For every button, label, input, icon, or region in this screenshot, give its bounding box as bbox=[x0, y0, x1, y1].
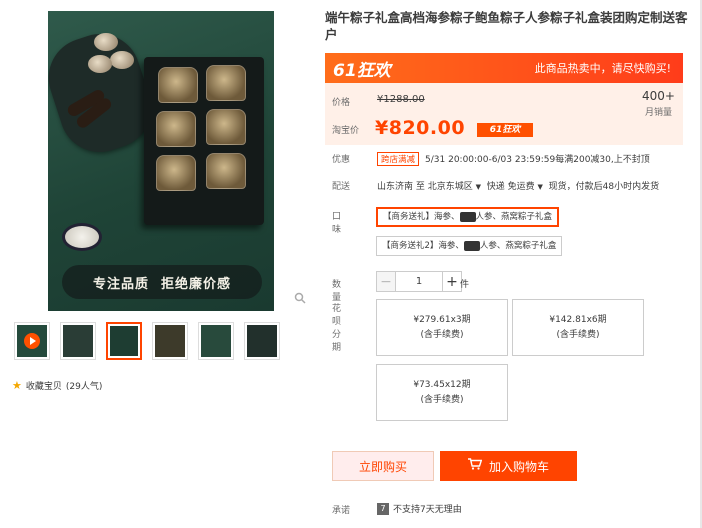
product-image-zongzi bbox=[206, 65, 246, 101]
sales-count: 400+ bbox=[642, 89, 675, 103]
quantity-label: 数量 bbox=[332, 280, 342, 303]
quantity-stepper: − 1 + bbox=[376, 271, 462, 292]
promo-price: ¥820.00 bbox=[375, 117, 466, 139]
buy-now-button[interactable]: 立即购买 bbox=[332, 451, 434, 481]
installment-option[interactable]: ¥73.45x12期 (含手续费) bbox=[376, 364, 508, 421]
original-price: ¥1288.00 bbox=[377, 94, 425, 105]
coupon-text: 5/31 20:00:00-6/03 23:59:59每满200减30,上不封顶 bbox=[425, 155, 650, 165]
image-slogan: 专注品质 拒绝廉价感 bbox=[62, 265, 262, 299]
favorite-link[interactable]: ★ 收藏宝贝 (29人气) bbox=[12, 379, 102, 392]
flavor-option-suffix: 人参、燕窝粽子礼盒 bbox=[475, 212, 553, 222]
installment-option[interactable]: ¥279.61x3期 (含手续费) bbox=[376, 299, 508, 356]
installment-amount: ¥73.45x12期 bbox=[413, 380, 471, 390]
chevron-down-icon[interactable]: ▼ bbox=[476, 183, 481, 191]
play-icon[interactable] bbox=[24, 333, 40, 349]
promo-text: 此商品热卖中，请尽快购买! bbox=[534, 62, 671, 75]
star-icon: ★ bbox=[12, 379, 22, 392]
shipping-label: 配送 bbox=[332, 182, 351, 192]
coupon-label: 优惠 bbox=[332, 155, 351, 165]
price-box: 价格 ¥1288.00 淘宝价 ¥820.00 61狂欢 400+ 月销量 bbox=[325, 83, 683, 145]
promo-banner: 61狂欢 此商品热卖中，请尽快购买! bbox=[325, 53, 683, 83]
product-image-shell bbox=[88, 55, 112, 73]
quantity-input[interactable]: 1 bbox=[396, 271, 442, 292]
price-label: 价格 bbox=[332, 98, 351, 108]
thumbnail[interactable] bbox=[60, 322, 96, 360]
thumbnail[interactable] bbox=[152, 322, 188, 360]
favorite-label: 收藏宝贝 bbox=[25, 382, 62, 392]
flavor-option-1[interactable]: 【商务送礼】海参、 人参、燕窝粽子礼盒 bbox=[376, 207, 560, 227]
product-image-zongzi bbox=[156, 111, 196, 147]
product-image-zongzi bbox=[156, 155, 196, 191]
thumbnail-video[interactable] bbox=[14, 322, 50, 360]
promise-text: 不支持7天无理由 bbox=[393, 505, 462, 515]
slogan-part: 专注品质 bbox=[92, 276, 149, 292]
flavor-option-prefix: 【商务送礼2】海参、 bbox=[382, 241, 464, 251]
installment-fee: (含手续费) bbox=[420, 330, 464, 340]
installment-option[interactable]: ¥142.81x6期 (含手续费) bbox=[512, 299, 644, 356]
cart-icon bbox=[467, 458, 483, 474]
sales-label: 月销量 bbox=[645, 108, 673, 118]
shipping-to[interactable]: 北京东城区 bbox=[428, 182, 473, 192]
thumbnail-active[interactable] bbox=[106, 322, 142, 360]
thumbnail[interactable] bbox=[198, 322, 234, 360]
thumbnail-strip bbox=[14, 322, 280, 360]
slogan-part: 拒绝廉价感 bbox=[161, 276, 232, 292]
quantity-increase-button[interactable]: + bbox=[442, 271, 462, 292]
installment-fee: (含手续费) bbox=[420, 395, 464, 405]
blurred-text bbox=[459, 211, 476, 222]
installment-amount: ¥279.61x3期 bbox=[413, 315, 471, 325]
product-image-shell bbox=[110, 51, 134, 69]
shipping-note: 现货，付款后48小时内发货 bbox=[548, 182, 660, 192]
product-image-zongzi bbox=[206, 109, 246, 145]
thumbnail[interactable] bbox=[244, 322, 280, 360]
installment-amount: ¥142.81x6期 bbox=[549, 315, 607, 325]
flavor-option-prefix: 【商务送礼】海参、 bbox=[383, 212, 460, 222]
product-image-rice-bowl bbox=[62, 223, 102, 251]
installment-label: 花呗分期 bbox=[332, 304, 342, 353]
promise-value[interactable]: 7 不支持7天无理由 bbox=[377, 502, 462, 515]
taobao-price-label: 淘宝价 bbox=[332, 126, 360, 136]
shipping-from: 山东济南 至 bbox=[377, 182, 425, 192]
product-image-gift-box bbox=[144, 57, 264, 225]
shipping-method: 快递 免运费 bbox=[486, 182, 535, 192]
add-to-cart-label: 加入购物车 bbox=[488, 459, 549, 474]
coupon-badge[interactable]: 跨店满减 bbox=[377, 152, 420, 166]
product-title: 端午粽子礼盒高档海参粽子鲍鱼粽子人参粽子礼盒装团购定制送客户 bbox=[325, 10, 688, 42]
add-to-cart-button[interactable]: 加入购物车 bbox=[440, 451, 577, 481]
product-main-image[interactable]: 专注品质 拒绝廉价感 bbox=[48, 11, 274, 311]
installment-fee: (含手续费) bbox=[556, 330, 600, 340]
quantity-decrease-button[interactable]: − bbox=[376, 271, 396, 292]
chevron-down-icon[interactable]: ▼ bbox=[538, 183, 543, 191]
blurred-text bbox=[463, 240, 480, 251]
promise-label: 承诺 bbox=[332, 506, 351, 516]
quantity-unit: 件 bbox=[460, 280, 470, 290]
flavor-option-2[interactable]: 【商务送礼2】海参、 人参、燕窝粽子礼盒 bbox=[376, 236, 563, 256]
promo-tag: 61狂欢 bbox=[477, 123, 533, 137]
monthly-sales: 400+ 月销量 bbox=[642, 89, 675, 118]
flavor-option-suffix: 人参、燕窝粽子礼盒 bbox=[479, 241, 557, 251]
seven-days-icon: 7 bbox=[377, 502, 389, 515]
flavor-label: 口味 bbox=[332, 212, 342, 235]
promo-logo: 61狂欢 bbox=[333, 60, 391, 81]
search-icon[interactable] bbox=[294, 292, 306, 304]
favorite-count: (29人气) bbox=[65, 382, 103, 392]
product-image-zongzi bbox=[158, 67, 198, 103]
product-image-shell bbox=[94, 33, 118, 51]
product-image-zongzi bbox=[206, 153, 246, 189]
